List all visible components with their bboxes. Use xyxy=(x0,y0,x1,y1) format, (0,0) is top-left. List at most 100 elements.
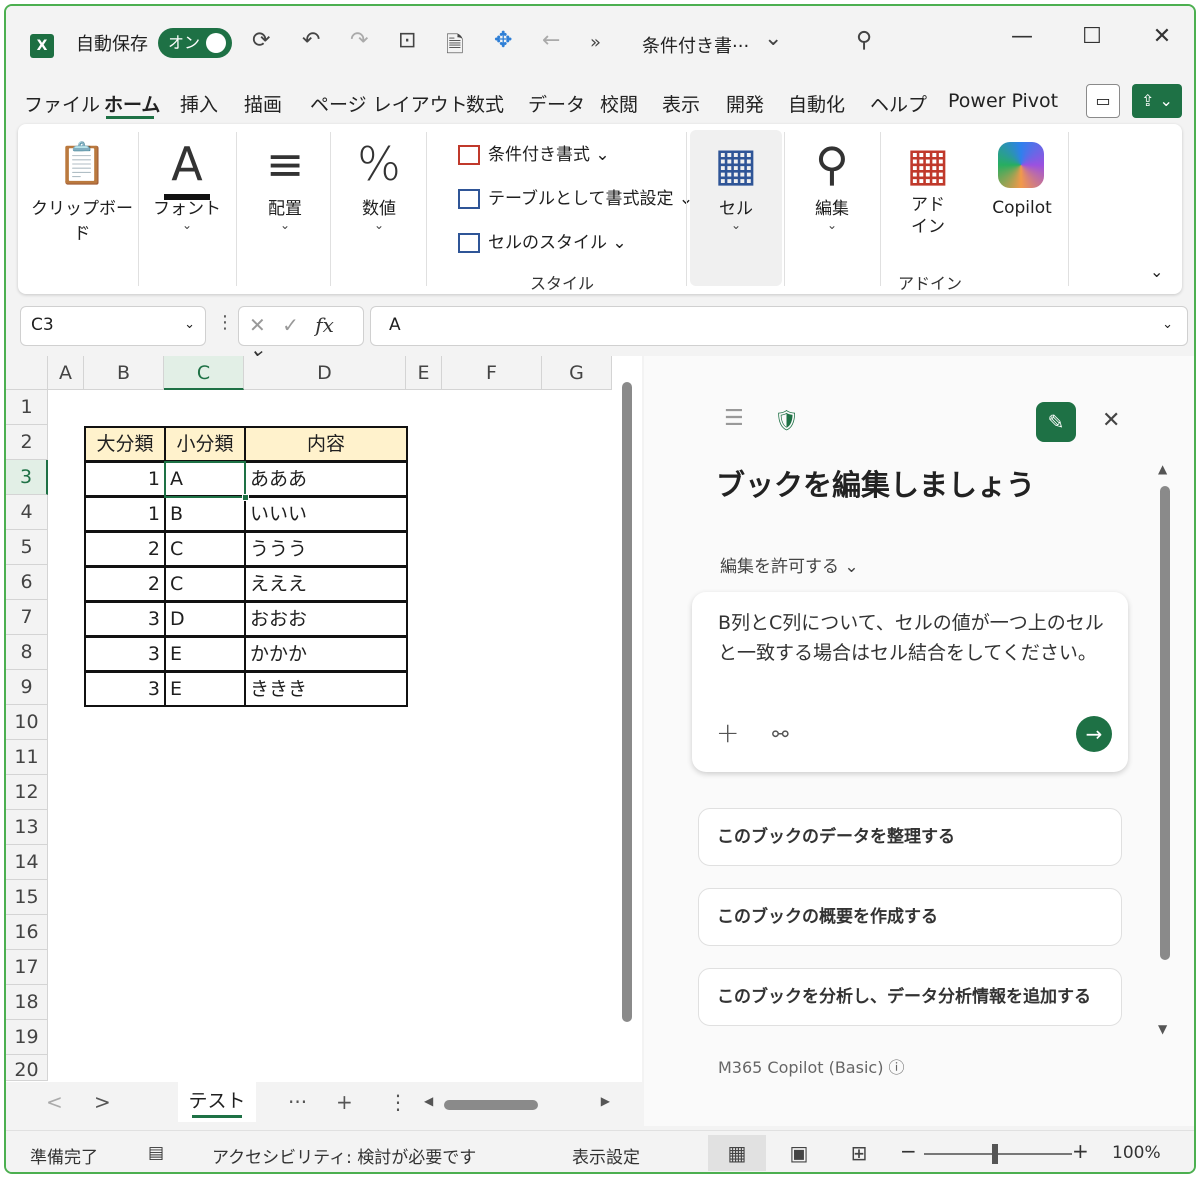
column-header-d[interactable]: D xyxy=(244,356,406,390)
row-header-14[interactable]: 14 xyxy=(6,845,48,880)
cells-group[interactable]: ▦ セル ⌄ xyxy=(690,124,782,294)
suggestion-organize-data[interactable]: このブックのデータを整理する xyxy=(698,808,1122,866)
suggestion-summary[interactable]: このブックの概要を作成する xyxy=(698,888,1122,946)
tab-page-layout[interactable]: ページ レイアウト xyxy=(310,90,468,117)
table-header-cell[interactable]: 内容 xyxy=(244,426,408,462)
view-page-break-icon[interactable]: ⊞ xyxy=(830,1135,888,1171)
pane-scrollbar[interactable]: ▲ ▼ xyxy=(1158,462,1172,1036)
scroll-down-icon[interactable]: ▼ xyxy=(1158,1022,1167,1036)
scrollbar-thumb[interactable] xyxy=(622,382,632,1022)
sheet-options-icon[interactable]: ⋮ xyxy=(388,1090,408,1114)
table-header-cell[interactable]: 小分類 xyxy=(164,426,246,462)
scroll-right-icon[interactable]: ▶ xyxy=(601,1094,610,1108)
row-header-5[interactable]: 5 xyxy=(6,530,48,565)
row-header-1[interactable]: 1 xyxy=(6,390,48,425)
name-box[interactable]: C3 ⌄ xyxy=(20,306,206,346)
save-icon[interactable]: ⟳ xyxy=(252,28,270,53)
addins-group[interactable]: ▦ アド イン xyxy=(882,124,974,294)
row-header-20[interactable]: 20 xyxy=(6,1055,48,1081)
addin-icon[interactable]: ✥ xyxy=(494,28,512,53)
clipboard-group[interactable]: 📋 クリップボード ⌄ xyxy=(28,124,136,294)
row-header-19[interactable]: 19 xyxy=(6,1020,48,1055)
tab-power-pivot[interactable]: Power Pivot xyxy=(948,90,1058,112)
prompt-box[interactable]: B列とC列について、セルの値が一つ上のセルと一致する場合はセル結合をしてください… xyxy=(692,592,1128,772)
scroll-up-icon[interactable]: ▲ xyxy=(1158,462,1167,476)
formula-input[interactable]: A ⌄ xyxy=(370,306,1188,346)
back-icon[interactable]: ← xyxy=(542,28,560,53)
table-cell[interactable]: 3 xyxy=(84,601,166,637)
row-header-2[interactable]: 2 xyxy=(6,425,48,460)
document-icon[interactable]: 🗎 xyxy=(446,28,464,66)
row-header-17[interactable]: 17 xyxy=(6,950,48,985)
chevron-down-icon[interactable]: ⌄ xyxy=(184,317,195,332)
column-header-g[interactable]: G xyxy=(542,356,612,390)
fill-handle[interactable] xyxy=(242,494,249,501)
redo-icon[interactable]: ↷ xyxy=(350,28,368,53)
scrollbar-thumb[interactable] xyxy=(444,1100,538,1110)
row-header-4[interactable]: 4 xyxy=(6,495,48,530)
tab-file[interactable]: ファイル xyxy=(24,90,100,117)
table-cell[interactable]: ききき xyxy=(244,671,408,707)
row-header-15[interactable]: 15 xyxy=(6,880,48,915)
comment-icon[interactable]: ▭ xyxy=(1086,84,1120,118)
zoom-out-icon[interactable]: − xyxy=(900,1139,917,1163)
cancel-icon[interactable]: ✕ xyxy=(249,313,266,337)
column-header-a[interactable]: A xyxy=(48,356,84,390)
autosave-toggle[interactable]: オン xyxy=(158,28,232,58)
share-button[interactable]: ⇪ ⌄ xyxy=(1132,84,1182,118)
new-sheet-icon[interactable]: ⊡ xyxy=(398,28,416,53)
column-header-f[interactable]: F xyxy=(442,356,542,390)
more-sheets-icon[interactable]: ··· xyxy=(288,1090,307,1114)
table-cell[interactable]: かかか xyxy=(244,636,408,672)
row-header-16[interactable]: 16 xyxy=(6,915,48,950)
worksheet-grid[interactable]: A B C D E F G 1 2 3 4 5 6 7 8 9 10 11 12… xyxy=(6,356,642,1082)
row-header-6[interactable]: 6 xyxy=(6,565,48,600)
table-cell[interactable]: 2 xyxy=(84,566,166,602)
table-cell[interactable]: おおお xyxy=(244,601,408,637)
table-header-cell[interactable]: 大分類 xyxy=(84,426,166,462)
editing-group[interactable]: ⚲ 編集 ⌄ xyxy=(786,124,878,294)
new-chat-button[interactable]: ✎ xyxy=(1036,402,1076,442)
file-title[interactable]: 条件付き書··· xyxy=(642,32,749,58)
tab-home[interactable]: ホーム xyxy=(104,90,160,117)
select-all[interactable] xyxy=(6,356,48,390)
tab-formulas[interactable]: 数式 xyxy=(466,90,504,117)
accessibility-status[interactable]: アクセシビリティ: 検討が必要です xyxy=(212,1143,476,1168)
row-header-18[interactable]: 18 xyxy=(6,985,48,1020)
row-header-8[interactable]: 8 xyxy=(6,635,48,670)
alignment-group[interactable]: ≡ 配置 ⌄ xyxy=(238,124,332,294)
close-icon[interactable]: ✕ xyxy=(1102,408,1120,433)
enter-icon[interactable]: ✓ xyxy=(282,313,299,337)
scroll-left-icon[interactable]: ◀ xyxy=(424,1094,433,1108)
tab-developer[interactable]: 開発 xyxy=(726,90,764,117)
format-as-table-button[interactable]: テーブルとして書式設定 ⌄ xyxy=(458,184,693,209)
row-header-9[interactable]: 9 xyxy=(6,670,48,705)
table-cell[interactable]: 3 xyxy=(84,671,166,707)
column-header-c[interactable]: C xyxy=(164,356,244,390)
send-button[interactable]: → xyxy=(1076,716,1112,752)
row-header-13[interactable]: 13 xyxy=(6,810,48,845)
table-cell[interactable]: D xyxy=(164,601,246,637)
row-header-7[interactable]: 7 xyxy=(6,600,48,635)
zoom-level[interactable]: 100% xyxy=(1112,1143,1161,1163)
number-group[interactable]: % 数値 ⌄ xyxy=(332,124,426,294)
tab-automate[interactable]: 自動化 xyxy=(788,90,845,117)
undo-icon[interactable]: ↶ xyxy=(302,28,320,53)
maximize-icon[interactable]: ☐ xyxy=(1072,24,1112,49)
title-dropdown-icon[interactable]: ⌄ xyxy=(764,26,782,51)
allow-edit-dropdown[interactable]: 編集を許可する ⌄ xyxy=(720,552,859,577)
cell-styles-button[interactable]: セルのスタイル ⌄ xyxy=(458,228,627,253)
add-sheet-icon[interactable]: + xyxy=(336,1090,353,1114)
tab-help[interactable]: ヘルプ xyxy=(870,90,927,117)
font-group[interactable]: A フォント ⌄ xyxy=(140,124,234,294)
minimize-icon[interactable]: — xyxy=(1002,24,1042,49)
table-cell[interactable]: C xyxy=(164,531,246,567)
column-header-e[interactable]: E xyxy=(406,356,442,390)
vertical-scrollbar[interactable] xyxy=(620,366,632,1080)
view-page-layout-icon[interactable]: ▣ xyxy=(770,1135,828,1171)
row-header-11[interactable]: 11 xyxy=(6,740,48,775)
tab-data[interactable]: データ xyxy=(528,90,585,117)
display-settings[interactable]: 表示設定 xyxy=(572,1143,640,1168)
attach-icon[interactable]: + xyxy=(716,716,739,749)
prev-sheet-icon[interactable]: < xyxy=(46,1090,63,1114)
